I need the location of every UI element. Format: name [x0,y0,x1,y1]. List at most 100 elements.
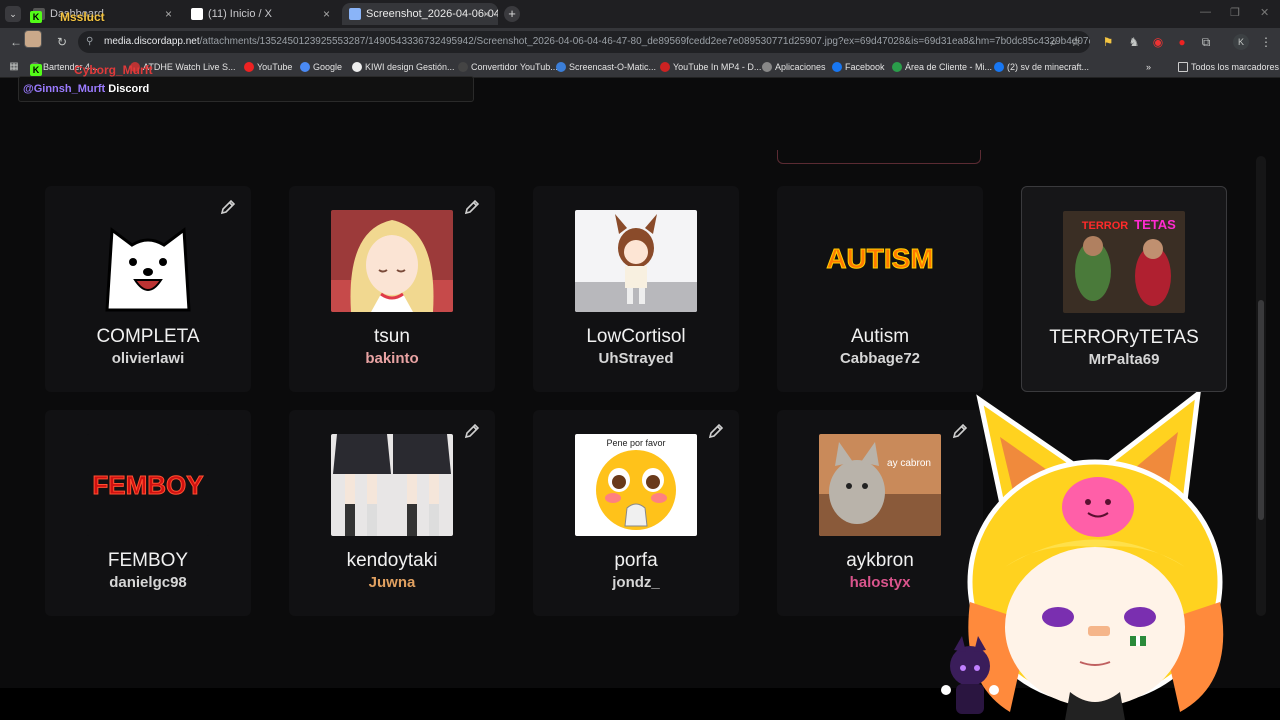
soundboard-card[interactable]: Pene por favor porfa jondz_ [533,410,739,616]
card-username: UhStrayed [598,350,674,367]
bookmark-item[interactable]: Screencast-O-Matic... [556,60,656,74]
site-info-icon[interactable]: ⚲ [86,31,93,53]
card-title: tsun [374,326,410,347]
soundboard-card[interactable]: FEMBOY FEMBOY danielgc98 [45,410,251,616]
svg-text:FEMBOY: FEMBOY [92,470,203,500]
soundboard-card[interactable]: TERROR TETAS TERRORyTETAS MrPalta69 [1021,186,1227,392]
overlay-platform: Discord [108,83,150,95]
minimize-icon[interactable]: — [1200,6,1211,18]
card-thumbnail: ay cabron [819,434,941,536]
svg-text:ay cabron: ay cabron [887,458,931,469]
kick-logo-icon: K [30,11,42,23]
extensions-puzzle-icon[interactable]: ⧉ [1198,34,1214,50]
address-bar[interactable]: ⚲ media.discordapp.net/attachments/13524… [78,31,1090,53]
bookmark-favicon-icon [458,62,468,72]
bookmark-label: Screencast-O-Matic... [569,62,657,72]
card-thumbnail: AUTISM [819,210,941,312]
svg-text:Pene por favor: Pene por favor [606,438,665,448]
card-title: Autism [850,326,910,347]
card-username: danielgc98 [109,574,187,591]
bookmark-item[interactable]: KIWI design Gestión... [352,60,455,74]
bookmarks-bar: ▦ Bartender 4... ATDHE Watch Live S... You… [0,56,1280,78]
bookmark-label: ATDHE Watch Live S... [143,62,236,72]
bookmark-label: YouTube [257,62,293,72]
extension-icon[interactable]: ◉ [1150,34,1166,50]
reload-icon[interactable]: ↻ [54,34,70,50]
bookmark-item[interactable]: Facebook [832,60,885,74]
tab-x-inicio[interactable]: (11) Inicio / X × [184,3,338,25]
pencil-edit-icon[interactable] [707,422,725,440]
bookmark-label: Convertidor YouTub... [471,62,558,72]
bookmark-item[interactable]: Google [300,60,342,74]
image-favicon-icon [349,8,361,20]
bookmark-item[interactable]: YouTube In MP4 - D... [660,60,761,74]
menu-kebab-icon[interactable]: ⋮ [1258,34,1274,50]
card-thumbnail: Pene por favor [575,434,697,536]
tab-screenshot[interactable]: Screenshot_2026-04-06-04-46 × [342,3,498,25]
card-username: olivierlawi [111,350,185,367]
svg-text:AUTISM: AUTISM [826,243,933,274]
bookmarks-overflow-button[interactable]: » [1146,60,1151,74]
extension-icon[interactable]: ● [1174,34,1190,50]
extension-icon[interactable]: ♞ [1126,34,1142,50]
tab-close-icon[interactable]: × [323,3,330,25]
soundboard-card[interactable]: COMPLETA olivierlawi [45,186,251,392]
card-username: bakinto [365,350,419,367]
bookmark-item[interactable]: Convertidor YouTub... [458,60,558,74]
overlay-streamer-bottom: Cyborg_Murft [74,63,153,77]
bookmark-favicon-icon [300,62,310,72]
bookmark-item[interactable]: (2) sv de minecraft... [994,60,1089,74]
card-username: MrPalta69 [1088,351,1160,368]
card-title: TERRORyTETAS [1049,327,1199,348]
all-bookmarks-folder[interactable]: Todos los marcadores [1178,60,1279,74]
folder-icon [1178,62,1188,72]
soundboard-card[interactable]: AUTISM Autism Cabbage72 [777,186,983,392]
tab-close-icon[interactable]: × [483,3,490,25]
bookmark-label: Todos los marcadores [1191,62,1280,72]
soundboard-card[interactable]: kendoytaki Juwna [289,410,495,616]
card-username: Cabbage72 [839,350,921,367]
bookmark-favicon-icon [832,62,842,72]
kick-logo-icon: K [30,64,42,76]
overlay-handle: @Ginnsh_Murft [23,83,106,95]
url-host: media.discordapp.net [104,36,200,47]
close-window-icon[interactable]: ✕ [1260,6,1269,19]
bookmark-favicon-icon [892,62,902,72]
new-tab-button[interactable]: + [504,6,520,22]
soundboard-card[interactable]: LowCortisol UhStrayed [533,186,739,392]
zoom-icon[interactable]: ⌕ [1046,34,1062,50]
soundboard-card[interactable]: tsun bakinto [289,186,495,392]
card-title: FEMBOY [107,550,189,571]
back-icon[interactable]: ← [8,34,24,50]
card-thumbnail [331,210,453,312]
bookmark-item[interactable]: YouTube [244,60,292,74]
card-thumbnail [331,434,453,536]
tab-search-button[interactable]: ⌄ [5,6,21,22]
pencil-edit-icon[interactable] [219,198,237,216]
card-thumbnail [575,210,697,312]
maximize-icon[interactable]: ❐ [1230,6,1240,19]
card-title: kendoytaki [346,550,438,571]
bookmark-star-icon[interactable]: ☆ [1068,34,1084,50]
x-logo-icon [191,8,203,20]
pencil-edit-icon[interactable] [463,198,481,216]
bookmark-label: KIWI design Gestión... [365,62,455,72]
pencil-edit-icon[interactable] [463,422,481,440]
card-thumbnail: FEMBOY [87,434,209,536]
scrollbar-thumb[interactable] [1258,300,1264,520]
apps-grid-icon[interactable]: ▦ [6,59,22,75]
profile-avatar[interactable]: K [1233,34,1249,50]
svg-text:TERROR: TERROR [1082,220,1129,232]
overlay-handle-line: @Ginnsh_Murft Discord [23,83,149,95]
card-title: porfa [614,550,658,571]
bookmark-item[interactable]: Aplicaciones [762,60,826,74]
bookmark-item[interactable]: Área de Cliente - Mi... [892,60,992,74]
card-title: LowCortisol [586,326,686,347]
partial-card-above [777,150,981,164]
card-username: Juwna [368,574,416,591]
bookmark-favicon-icon [994,62,1004,72]
extension-icon[interactable]: ⚑ [1100,34,1116,50]
bookmark-favicon-icon [660,62,670,72]
mini-chibi-mascot [941,636,999,714]
tab-close-icon[interactable]: × [165,3,172,25]
